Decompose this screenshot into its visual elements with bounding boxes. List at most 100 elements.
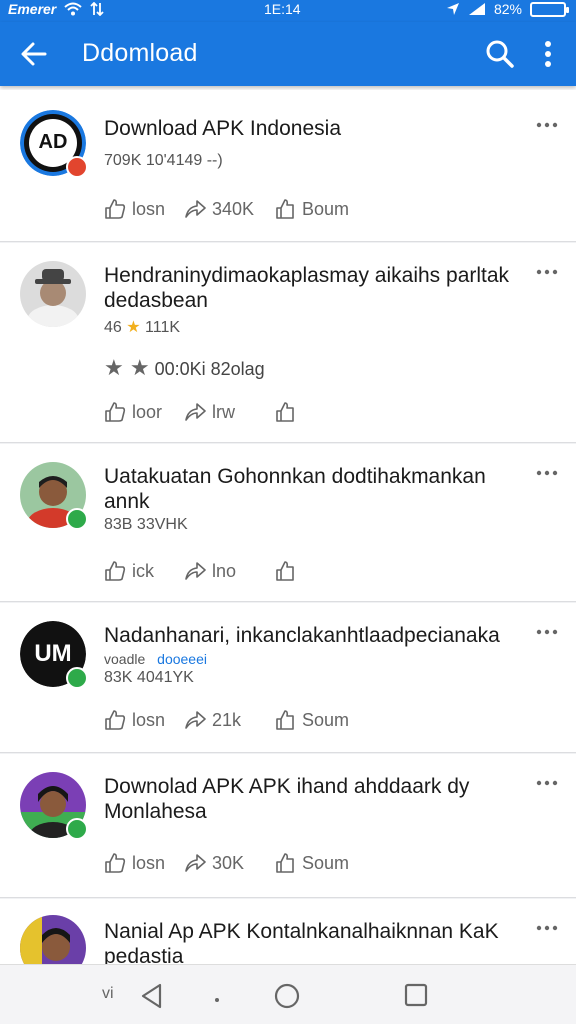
post-meta-line2: 83K 4041YK (104, 669, 194, 686)
avatar[interactable]: AD (20, 110, 88, 178)
post-title[interactable]: Nanial Ap APK Kontalnkanalhaiknnan KaK p… (104, 919, 528, 964)
home-circle-icon[interactable] (274, 983, 300, 1009)
post-actions: ick lno (104, 558, 296, 584)
like-count: losn (132, 709, 166, 730)
avatar[interactable] (20, 915, 86, 964)
back-arrow-icon[interactable] (18, 38, 50, 70)
feed-list: AD Download APK Indonesia 709K 10'4149 -… (0, 90, 576, 964)
feed-post[interactable]: Uatakuatan Gohonnkan dodtihakmankan annk… (0, 444, 576, 602)
verified-badge-icon (66, 818, 88, 840)
page-title: Ddomload (82, 39, 198, 67)
post-actions: losn 340K Boum (104, 196, 349, 222)
save-button[interactable]: Boum (274, 198, 349, 220)
more-horiz-icon[interactable] (536, 468, 558, 478)
avatar[interactable] (20, 261, 86, 327)
feed-post[interactable]: Hendraninydimaokaplasmay aikaihs parltak… (0, 243, 576, 443)
avatar[interactable] (20, 772, 88, 840)
wifi-icon (64, 2, 82, 16)
post-title[interactable]: Hendraninydimaokaplasmay aikaihs parltak… (104, 263, 528, 313)
save-button[interactable] (274, 560, 296, 582)
save-button[interactable]: Soum (274, 709, 349, 731)
like-button[interactable]: losn (104, 709, 184, 731)
recents-square-icon[interactable] (404, 983, 428, 1007)
verified-badge-icon (66, 667, 88, 689)
meta-link[interactable]: dooeeei (157, 651, 207, 667)
thumbs-up-outline-icon (276, 402, 294, 422)
more-horiz-icon[interactable] (536, 923, 558, 933)
post-actions: losn 30K Soum (104, 850, 349, 876)
star-icon: ★ (126, 319, 141, 336)
share-count: lno (212, 560, 237, 581)
share-button[interactable]: 30K (184, 852, 274, 874)
post-title[interactable]: Downolad APK APK ihand ahddaark dy Monla… (104, 774, 528, 824)
feed-post[interactable]: AD Download APK Indonesia 709K 10'4149 -… (0, 90, 576, 242)
data-transfer-icon (90, 2, 104, 16)
feed-post[interactable]: Downolad APK APK ihand ahddaark dy Monla… (0, 754, 576, 898)
thumbs-up-icon (105, 199, 126, 219)
like-count: loor (132, 401, 163, 422)
share-button[interactable]: 21k (184, 709, 274, 731)
thumbs-up-icon (105, 710, 126, 730)
share-button[interactable]: lno (184, 560, 274, 582)
post-actions: loor lrw (104, 399, 296, 425)
avatar[interactable]: UM (20, 621, 88, 689)
meta-count: 46 (104, 319, 122, 336)
more-horiz-icon[interactable] (536, 267, 558, 277)
system-nav-bar: vi (0, 964, 576, 1024)
clock: 1E:14 (264, 1, 301, 17)
post-meta: 46 ★ 111K (104, 317, 180, 337)
post-meta: 83B 33VHK (104, 516, 188, 533)
thumbs-up-icon (105, 402, 126, 422)
menu-label[interactable]: vi (102, 985, 114, 1003)
post-title[interactable]: Nadanhanari, inkanclakanhtlaadpecianaka (104, 623, 528, 648)
back-triangle-icon[interactable] (140, 983, 164, 1009)
thumbs-up-outline-icon (276, 561, 294, 581)
post-title[interactable]: Uatakuatan Gohonnkan dodtihakmankan annk (104, 464, 528, 514)
share-arrow-icon (185, 403, 206, 421)
like-button[interactable]: loor (104, 401, 184, 423)
feed-post[interactable]: Nanial Ap APK Kontalnkanalhaiknnan KaK p… (0, 899, 576, 964)
verified-badge-icon (66, 156, 88, 178)
status-bar: Emerer 1E:14 82% (0, 0, 576, 22)
thumbs-up-icon (105, 853, 126, 873)
thumbs-up-icon (105, 561, 126, 581)
like-count: losn (132, 852, 166, 873)
like-count: ick (132, 560, 154, 581)
share-arrow-icon (185, 854, 206, 872)
like-button[interactable]: losn (104, 852, 184, 874)
more-horiz-icon[interactable] (536, 778, 558, 788)
location-icon (446, 3, 459, 15)
carrier-label: Emerer (8, 1, 57, 17)
search-icon[interactable] (484, 38, 516, 70)
meta-count-2: 111K (145, 319, 181, 336)
more-vert-icon[interactable] (534, 38, 562, 70)
share-count: 340K (212, 198, 255, 219)
save-button[interactable] (274, 401, 296, 423)
more-horiz-icon[interactable] (536, 627, 558, 637)
post-actions: losn 21k Soum (104, 707, 349, 733)
post-title[interactable]: Download APK Indonesia (104, 116, 528, 141)
share-button[interactable]: 340K (184, 198, 274, 220)
avatar[interactable] (20, 462, 88, 530)
svg-text:UM: UM (34, 640, 71, 667)
save-label: Boum (302, 198, 350, 219)
more-horiz-icon[interactable] (536, 120, 558, 130)
user-photo (20, 915, 86, 964)
share-count: 21k (212, 709, 242, 730)
user-photo (20, 261, 86, 327)
dot-icon (215, 998, 219, 1002)
like-button[interactable]: losn (104, 198, 184, 220)
share-arrow-icon (185, 711, 206, 729)
rating-row: ★ ★ 00:0Ki 82olag (104, 355, 265, 381)
thumbs-up-outline-icon (276, 199, 294, 219)
like-count: losn (132, 198, 166, 219)
save-button[interactable]: Soum (274, 852, 349, 874)
share-arrow-icon (185, 200, 206, 218)
save-label: Soum (302, 709, 350, 730)
share-button[interactable]: lrw (184, 401, 274, 423)
battery-icon (530, 2, 569, 17)
post-meta: 709K 10'4149 --) (104, 152, 223, 169)
like-button[interactable]: ick (104, 560, 184, 582)
feed-post[interactable]: UM Nadanhanari, inkanclakanhtlaadpeciana… (0, 603, 576, 753)
app-bar: Ddomload (0, 22, 576, 86)
